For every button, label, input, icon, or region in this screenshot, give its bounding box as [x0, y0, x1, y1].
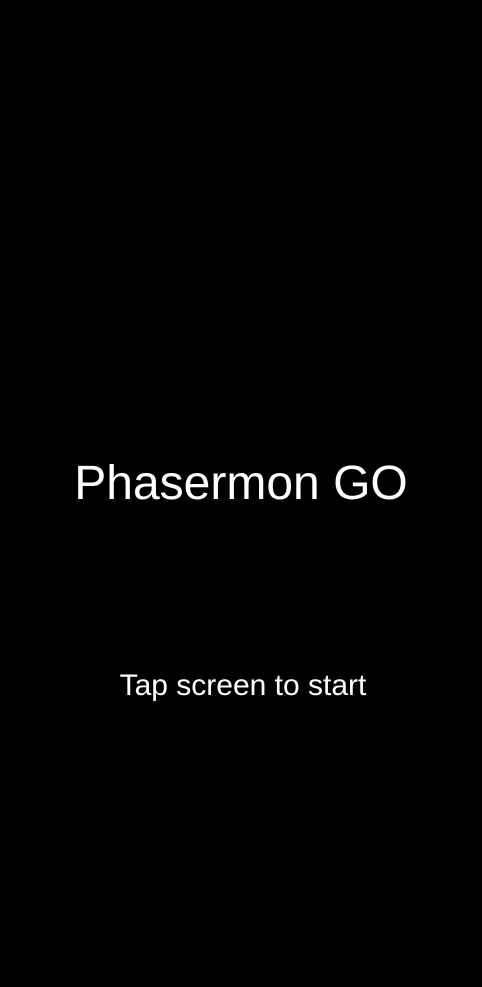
game-title: Phasermon GO: [74, 457, 408, 510]
tap-to-start-prompt: Tap screen to start: [119, 669, 367, 702]
game-start-screen[interactable]: Phasermon GO Tap screen to start: [0, 0, 482, 987]
